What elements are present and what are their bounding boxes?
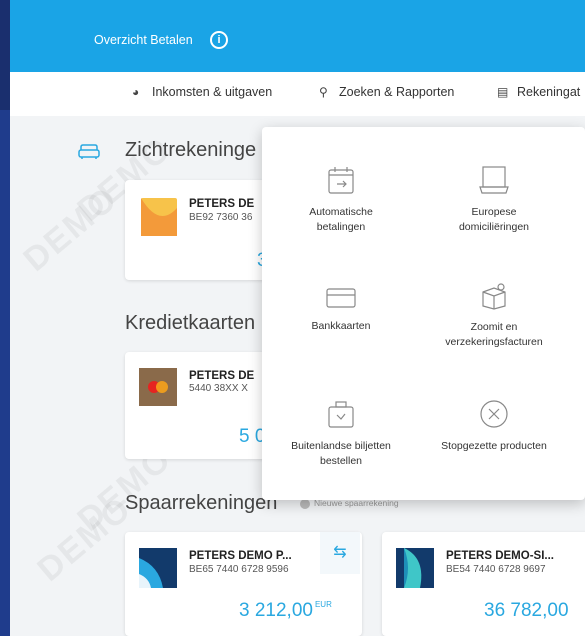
currency: EUR: [314, 600, 332, 609]
nav-label: Zoeken & Rapporten: [339, 85, 455, 99]
menu-item-label: Automatische: [309, 206, 373, 218]
account-logo: [396, 548, 434, 588]
close-circle-icon: [480, 400, 508, 428]
credit-card-icon: [326, 288, 356, 308]
menu-item-bankkaarten[interactable]: Bankkaarten: [272, 287, 410, 334]
plus-icon: [300, 498, 310, 509]
menu-item-automatische-betalingen[interactable]: Automatische betalingen: [272, 165, 410, 235]
account-name: PETERS DE: [189, 198, 255, 210]
nav-item-inkomsten[interactable]: ◕ Inkomsten & uitgaven: [132, 85, 272, 99]
gift-box-icon: [482, 283, 506, 310]
card-number: 5440 38XX X: [189, 383, 248, 394]
report-icon: ▤: [497, 85, 509, 99]
window-edge: [0, 0, 10, 110]
account-name: PETERS DEMO P...: [189, 550, 292, 562]
section-title-current-accounts: Zichtrekeninge: [125, 139, 257, 161]
account-iban: BE92 7360 36: [189, 212, 253, 223]
nav-label: Inkomsten & uitgaven: [152, 85, 273, 99]
menu-item-label: Europese: [471, 206, 517, 218]
account-name: PETERS DEMO-SI...: [446, 550, 554, 562]
wallet-icon: [328, 401, 354, 428]
document-stack-icon: [479, 166, 509, 194]
account-logo: [141, 198, 177, 236]
mastercard-logo: [139, 368, 177, 406]
menu-item-buitenlandse-biljetten[interactable]: Buitenlandse biljetten bestellen: [272, 399, 410, 469]
account-balance: 3 212,00 EUR: [239, 600, 332, 621]
account-logo: [139, 548, 177, 588]
menu-item-label: Zoomit en: [470, 321, 518, 333]
transfer-icon[interactable]: ⇆: [320, 532, 360, 574]
account-iban: BE65 7440 6728 9596: [189, 564, 289, 575]
menu-item-label: Bankkaarten: [311, 320, 371, 332]
menu-item-label: verzekeringsfacturen: [445, 336, 543, 348]
menu-item-label: domiciliëringen: [458, 221, 530, 233]
menu-item-stopgezette-producten[interactable]: Stopgezette producten: [425, 399, 563, 454]
account-balance: 36 782,00: [484, 600, 569, 621]
search-icon: ⚲: [319, 85, 328, 99]
pie-icon: ◕: [132, 85, 140, 99]
account-iban: BE54 7440 6728 9697: [446, 564, 546, 575]
card-holder-name: PETERS DE: [189, 370, 255, 382]
nav-item-zoeken[interactable]: ⚲ Zoeken & Rapporten: [319, 85, 454, 99]
calendar-icon: [328, 167, 354, 194]
menu-item-label: Buitenlandse biljetten: [291, 440, 391, 452]
sub-navigation: ◕ Inkomsten & uitgaven ⚲ Zoeken & Rapporte…: [10, 72, 585, 116]
menu-item-label: betalingen: [316, 221, 366, 233]
header-bar: Overzicht Betalen i: [10, 0, 585, 72]
savings-card-2[interactable]: PETERS DEMO-SI... BE54 7440 6728 9697 36…: [382, 532, 585, 636]
sofa-icon: [78, 144, 100, 159]
section-title-savings: Spaarrekeningen: [125, 492, 278, 514]
menu-item-label: bestellen: [319, 455, 363, 467]
section-title-credit-cards: Kredietkaarten: [125, 312, 256, 334]
menu-item-zoomit[interactable]: Zoomit en verzekeringsfacturen: [425, 282, 563, 350]
menu-item-label: Stopgezette producten: [441, 440, 547, 452]
page-title[interactable]: Overzicht Betalen: [94, 33, 193, 47]
nav-item-rekening[interactable]: ▤ Rekeningat: [497, 85, 580, 99]
info-icon[interactable]: i: [210, 31, 228, 49]
nav-label: Rekeningat: [517, 85, 581, 99]
menu-item-europese-domicilieringen[interactable]: Europese domiciliëringen: [425, 165, 563, 235]
products-dropdown-menu: Automatische betalingen Europese domicil…: [262, 127, 585, 500]
